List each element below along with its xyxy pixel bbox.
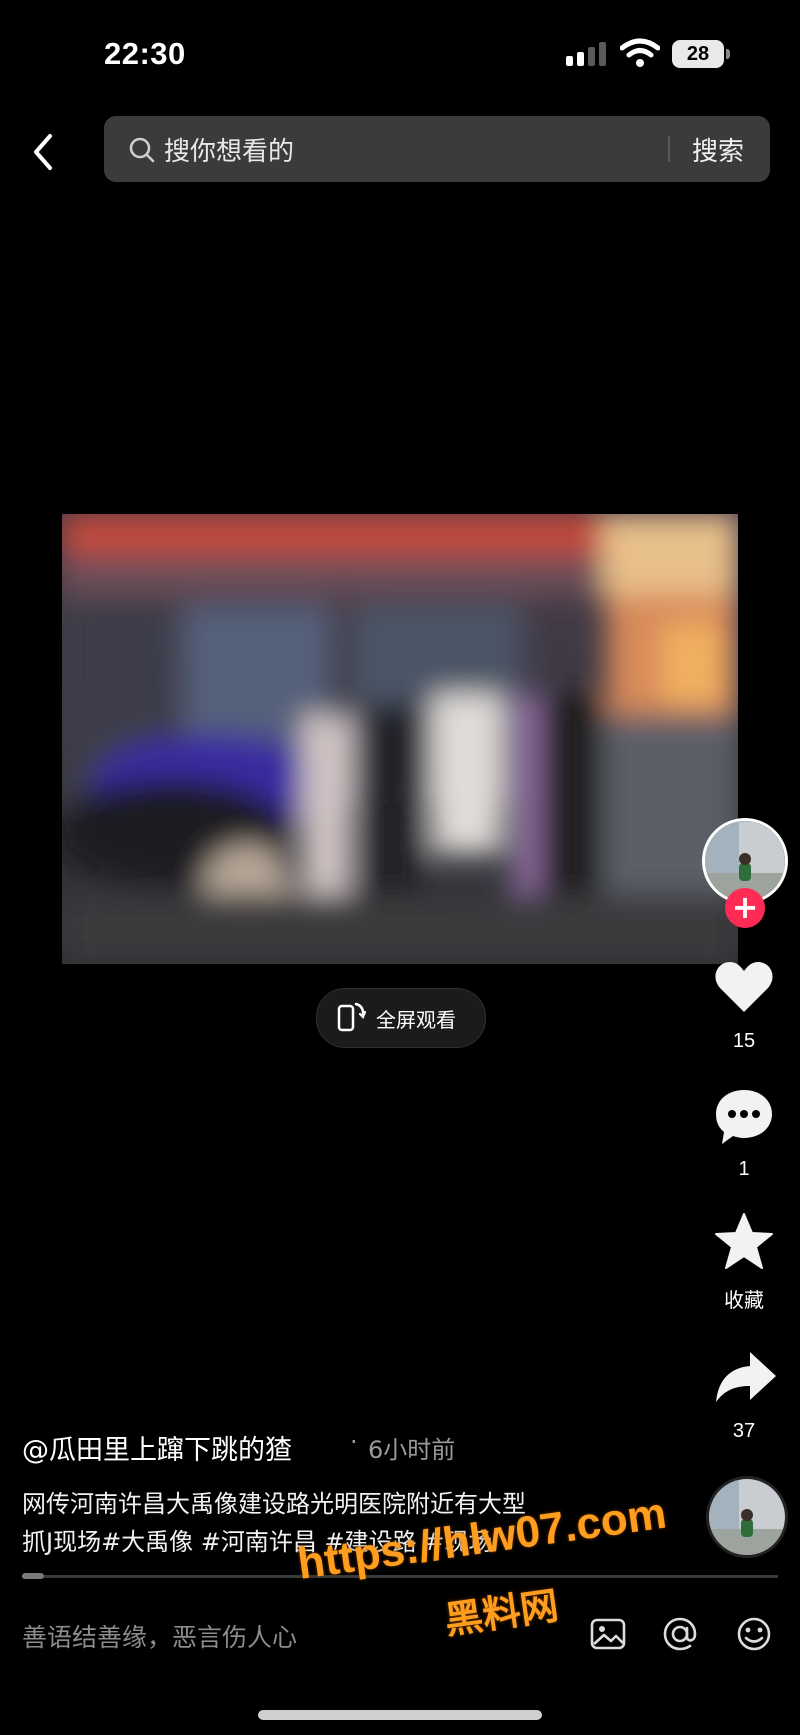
image-icon[interactable] [588, 1614, 628, 1654]
search-button[interactable]: 搜索 [692, 131, 744, 168]
share-arrow-icon[interactable] [714, 1346, 778, 1410]
author-name[interactable]: @瓜田里上蹿下跳的猹 [22, 1428, 292, 1467]
search-icon [129, 137, 155, 163]
watermark-name: 黑料网 [441, 1583, 562, 1643]
search-input[interactable]: 搜你想看的 [164, 131, 294, 168]
share-count: 37 [732, 1420, 756, 1442]
status-time: 22:30 [104, 36, 186, 71]
fullscreen-label: 全屏观看 [376, 1008, 456, 1032]
battery-level: 28 [672, 40, 724, 68]
heart-icon[interactable] [712, 956, 776, 1020]
back-chevron-icon[interactable] [28, 132, 60, 172]
music-disc-image [709, 1479, 785, 1555]
video-player[interactable] [62, 514, 738, 964]
battery-tip [726, 49, 730, 59]
music-disc-avatar[interactable] [706, 1476, 788, 1558]
comment-input[interactable]: 善语结善缘，恶言伤人心 [22, 1618, 297, 1654]
battery-indicator: 28 [672, 40, 730, 68]
post-time: 6小时前 [368, 1436, 456, 1464]
separator-dot: · [350, 1428, 358, 1456]
cellular-signal-icon [566, 42, 606, 66]
follow-plus-button[interactable]: + [725, 888, 765, 928]
star-icon[interactable] [712, 1210, 776, 1274]
comment-bubble-icon[interactable] [712, 1084, 776, 1148]
comment-count: 1 [738, 1158, 750, 1180]
wifi-icon [620, 38, 660, 67]
favorite-label: 收藏 [724, 1290, 764, 1312]
at-icon[interactable] [660, 1614, 700, 1654]
video-progress-handle[interactable] [22, 1573, 44, 1579]
home-indicator[interactable] [258, 1710, 542, 1720]
rotate-phone-icon [337, 1002, 366, 1032]
like-count: 15 [732, 1030, 756, 1052]
search-divider [668, 136, 670, 162]
emoji-icon[interactable] [734, 1614, 774, 1654]
video-frame [62, 514, 738, 964]
